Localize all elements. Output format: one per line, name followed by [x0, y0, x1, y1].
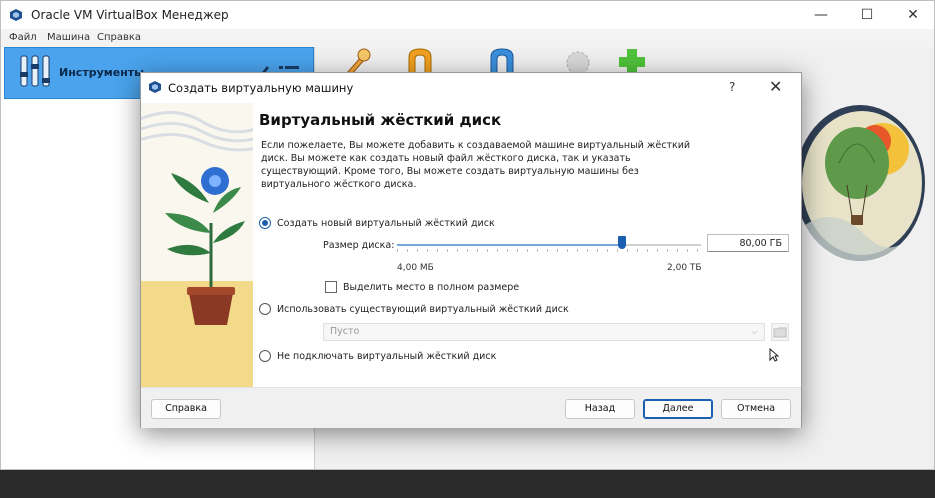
- menu-machine[interactable]: Машина: [47, 32, 90, 43]
- virtualbox-logo-icon: [149, 81, 161, 93]
- balloon-picture: [802, 111, 922, 261]
- chevron-down-icon: ⌵: [751, 327, 758, 337]
- page-title: Виртуальный жёсткий диск: [259, 111, 502, 129]
- back-button[interactable]: Назад: [565, 399, 635, 419]
- create-vm-dialog: Создать виртуальную машину ? ✕ Виртуальн…: [140, 72, 802, 428]
- option-create-new[interactable]: Создать новый виртуальный жёсткий диск: [259, 217, 495, 229]
- option-use-existing[interactable]: Использовать существующий виртуальный жё…: [259, 303, 569, 315]
- close-button[interactable]: ✕: [901, 5, 925, 25]
- dialog-footer: Справка Назад Далее Отмена: [141, 387, 801, 428]
- existing-disk-select[interactable]: Пусто ⌵: [323, 323, 765, 341]
- window-title: Oracle VM VirtualBox Менеджер: [31, 8, 229, 22]
- create-new-label: Создать новый виртуальный жёсткий диск: [277, 217, 495, 229]
- welcome-balloon-illustration: [795, 105, 925, 261]
- menu-file[interactable]: Файл: [9, 32, 37, 43]
- create-new-radio[interactable]: [259, 217, 271, 229]
- preallocate-option[interactable]: Выделить место в полном размере: [325, 281, 519, 293]
- page-description: Если пожелаете, Вы можете добавить к соз…: [261, 140, 691, 190]
- use-existing-radio[interactable]: [259, 303, 271, 315]
- preallocate-checkbox[interactable]: [325, 281, 337, 293]
- no-disk-label: Не подключать виртуальный жёсткий диск: [277, 350, 497, 362]
- disk-size-min-label: 4,00 МБ: [397, 263, 434, 273]
- wizard-page-disk: Виртуальный жёсткий диск Если пожелаете,…: [253, 103, 801, 387]
- existing-disk-value: Пусто: [330, 326, 360, 337]
- disk-size-input[interactable]: 80,00 ГБ: [707, 234, 789, 252]
- virtualbox-logo-icon: [10, 9, 22, 21]
- disk-size-max-label: 2,00 ТБ: [667, 263, 702, 273]
- cancel-button[interactable]: Отмена: [721, 399, 791, 419]
- no-disk-radio[interactable]: [259, 350, 271, 362]
- preallocate-label: Выделить место в полном размере: [343, 281, 520, 293]
- folder-icon: [773, 327, 787, 338]
- help-button[interactable]: Справка: [151, 399, 221, 419]
- title-bar: Oracle VM VirtualBox Менеджер — ☐ ✕: [1, 1, 934, 29]
- menu-bar: Файл Машина Справка: [1, 29, 934, 47]
- use-existing-label: Использовать существующий виртуальный жё…: [277, 303, 569, 315]
- dialog-help-button[interactable]: ?: [729, 80, 735, 94]
- dialog-close-button[interactable]: ✕: [769, 77, 782, 96]
- mouse-cursor-icon: [769, 348, 779, 362]
- disk-size-label: Размер диска:: [323, 240, 395, 251]
- maximize-button[interactable]: ☐: [855, 5, 879, 25]
- flower-pot-picture: [141, 103, 253, 387]
- minimize-button[interactable]: —: [809, 5, 833, 25]
- disk-size-slider-thumb[interactable]: [617, 236, 626, 249]
- next-button[interactable]: Далее: [643, 399, 713, 419]
- disk-size-slider-fill: [397, 244, 622, 246]
- dialog-title-bar: Создать виртуальную машину ? ✕: [141, 73, 801, 103]
- disk-size-slider-ticks: [397, 249, 701, 252]
- tools-icon: [20, 55, 50, 87]
- tools-label: Инструменты: [59, 66, 145, 79]
- option-no-disk[interactable]: Не подключать виртуальный жёсткий диск: [259, 350, 496, 362]
- dialog-title: Создать виртуальную машину: [168, 81, 354, 95]
- wizard-illustration: [141, 103, 253, 387]
- choose-disk-file-button[interactable]: [771, 323, 789, 341]
- menu-help[interactable]: Справка: [97, 32, 141, 43]
